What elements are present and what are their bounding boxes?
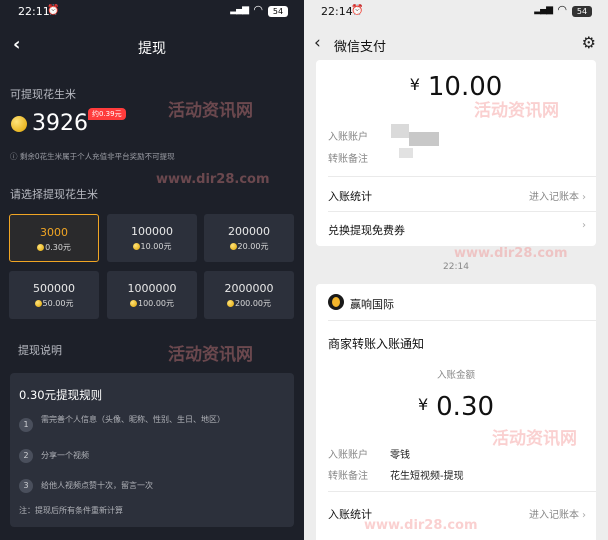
coupon-label[interactable]: 兑换提现免费券 — [328, 222, 405, 238]
option-1000000[interactable]: 1000000 100.00元 — [107, 271, 197, 319]
option-value: 2000000 — [224, 282, 274, 295]
ledger-link[interactable]: 进入记账本 › — [529, 506, 586, 521]
coin-icon — [11, 116, 27, 132]
rule-text: 需完善个人信息（头像、昵称、性别、生日、地区） — [41, 415, 225, 424]
value-badge: 约0.39元 — [88, 108, 126, 120]
coin-icon — [132, 243, 140, 250]
ledger-link[interactable]: 进入记账本 › — [529, 188, 586, 203]
available-amount: 3926 — [32, 111, 88, 136]
payment-amount: ¥10.00 — [409, 72, 503, 102]
rule-number: 2 — [19, 449, 33, 463]
remark-value: 花生短视频-提现 — [390, 471, 464, 482]
signal-icon: ▂▄▆ — [230, 5, 249, 15]
account-label: 入账账户 — [328, 132, 368, 143]
watermark-url: www.dir28.com — [454, 246, 568, 261]
payment-card: ¥10.00 入账账户 转账备注 入账统计 进入记账本 › 兑换提现免费券 › — [316, 60, 596, 246]
page-title: 提现 — [138, 41, 166, 57]
battery-icon: 54 — [572, 6, 592, 17]
watermark-text: 活动资讯网 — [168, 101, 253, 121]
info-icon: ⓘ — [10, 152, 20, 161]
option-200000[interactable]: 200000 20.00元 — [204, 214, 294, 262]
withdraw-screen: 22:11 ⏰ ▂▄▆ ◠ 54 ‹ 提现 可提现花生米 3926 约0.39元… — [0, 0, 304, 540]
merchant-name: 赢响国际 — [350, 298, 394, 311]
chevron-right-icon: › — [582, 510, 586, 521]
divider — [328, 211, 596, 212]
status-bar: 22:14 ⏰ ▂▄▆ ◠ 54 — [304, 0, 608, 24]
info-note-text: 剩余0花生米属于个人充值非平台奖励不可提现 — [19, 152, 175, 161]
remark-label: 转账备注 — [328, 154, 368, 165]
wechat-pay-screen: 22:14 ⏰ ▂▄▆ ◠ 54 ‹ 微信支付 ⚙ ¥10.00 入账账户 转账… — [304, 0, 608, 540]
option-3000[interactable]: 3000 0.30元 — [9, 214, 99, 262]
merchant-logo-icon — [328, 294, 344, 310]
chevron-right-icon[interactable]: › — [579, 220, 586, 231]
rule-number: 3 — [19, 479, 33, 493]
option-price: 20.00元 — [204, 241, 294, 252]
alarm-icon: ⏰ — [351, 5, 364, 16]
received-amount: ¥0.30 — [417, 392, 495, 422]
option-value: 100000 — [131, 225, 173, 238]
option-price: 0.30元 — [10, 242, 98, 253]
choose-label: 请选择提现花生米 — [10, 188, 98, 201]
amount-label: 入账金额 — [436, 370, 475, 381]
rules-panel: 0.30元提现规则 1 需完善个人信息（头像、昵称、性别、生日、地区） 2 分享… — [10, 373, 294, 527]
option-price: 50.00元 — [9, 298, 99, 309]
rule-number: 1 — [19, 418, 33, 432]
coin-icon — [34, 300, 42, 307]
option-price: 10.00元 — [107, 241, 197, 252]
option-value: 3000 — [40, 226, 68, 239]
divider — [328, 176, 596, 177]
available-label: 可提现花生米 — [10, 88, 76, 101]
rule-text: 给他人视频点赞十次，留言一次 — [41, 481, 153, 490]
rules-footnote: 注：提现后所有条件重新计算 — [19, 506, 123, 515]
rule-text: 分享一个视频 — [41, 451, 89, 460]
page-title: 微信支付 — [334, 40, 387, 55]
coin-icon — [130, 300, 137, 307]
divider — [328, 491, 596, 492]
battery-icon: 54 — [268, 6, 288, 17]
transfer-notice-card: 赢响国际 商家转账入账通知 入账金额 ¥0.30 入账账户 零钱 转账备注 花生… — [316, 284, 596, 540]
chevron-right-icon: › — [582, 192, 586, 203]
blurred-avatar — [409, 132, 439, 146]
watermark-url: www.dir28.com — [156, 172, 270, 187]
time-separator: 22:14 — [443, 262, 469, 272]
stats-label: 入账统计 — [328, 190, 372, 203]
option-500000[interactable]: 500000 50.00元 — [9, 271, 99, 319]
option-2000000[interactable]: 2000000 200.00元 — [204, 271, 294, 319]
coin-icon — [227, 300, 234, 307]
account-value: 零钱 — [390, 450, 410, 461]
wifi-icon: ◠ — [253, 3, 263, 16]
rules-title: 0.30元提现规则 — [19, 388, 103, 402]
info-note: ⓘ 剩余0花生米属于个人充值非平台奖励不可提现 — [10, 151, 175, 162]
gear-icon[interactable]: ⚙ — [582, 33, 596, 52]
option-value: 200000 — [228, 225, 270, 238]
divider — [328, 320, 596, 321]
wifi-icon: ◠ — [557, 3, 567, 16]
option-value: 500000 — [33, 282, 75, 295]
notice-title: 商家转账入账通知 — [328, 337, 425, 351]
coin-icon — [37, 244, 45, 251]
status-time: 22:11 — [18, 5, 50, 18]
status-bar: 22:11 ⏰ ▂▄▆ ◠ 54 — [0, 0, 304, 24]
blurred-avatar — [399, 148, 413, 158]
signal-icon: ▂▄▆ — [534, 5, 553, 15]
option-100000[interactable]: 100000 10.00元 — [107, 214, 197, 262]
status-time: 22:14 — [321, 5, 353, 18]
blurred-avatar — [391, 124, 409, 138]
option-price: 200.00元 — [204, 298, 294, 309]
account-label: 入账账户 — [328, 450, 368, 461]
alarm-icon: ⏰ — [47, 5, 60, 16]
stats-label: 入账统计 — [328, 508, 372, 521]
coin-icon — [229, 243, 237, 250]
option-value: 1000000 — [127, 282, 177, 295]
back-icon[interactable]: ‹ — [314, 33, 321, 53]
option-price: 100.00元 — [107, 298, 197, 309]
remark-label: 转账备注 — [328, 471, 368, 482]
watermark-text: 活动资讯网 — [168, 345, 253, 365]
explain-label: 提现说明 — [18, 344, 62, 357]
